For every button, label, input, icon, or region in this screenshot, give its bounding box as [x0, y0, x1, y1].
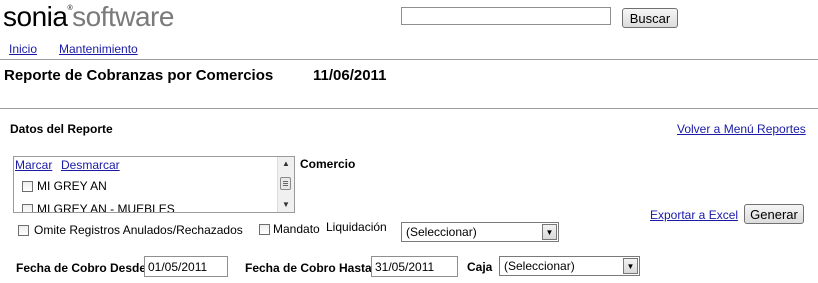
export-excel-link[interactable]: Exportar a Excel — [650, 208, 738, 222]
nav-link-mantenimiento[interactable]: Mantenimiento — [59, 42, 138, 56]
fecha-desde-input[interactable]: 01/05/2011 — [144, 256, 228, 277]
caja-selected: (Seleccionar) — [504, 259, 575, 273]
nav-link-inicio[interactable]: Inicio — [9, 42, 37, 56]
comercio-item-label: MI GREY AN — [37, 179, 107, 193]
mandato-label: Mandato — [273, 222, 320, 236]
caja-label: Caja — [467, 260, 493, 274]
fecha-desde-label: Fecha de Cobro Desde — [16, 261, 147, 275]
scroll-up-icon[interactable]: ▲ — [278, 157, 294, 171]
comercio-checkbox[interactable] — [22, 203, 33, 212]
fecha-hasta-label: Fecha de Cobro Hasta — [245, 261, 372, 275]
brand-name-dark: sonia — [3, 1, 68, 32]
report-section-label: Datos del Reporte — [10, 122, 113, 136]
brand-logo: sonia®software — [3, 1, 174, 33]
scroll-thumb[interactable] — [280, 177, 291, 190]
listbox-scrollbar[interactable]: ▲ ▼ — [277, 157, 294, 212]
unmark-all-link[interactable]: Desmarcar — [61, 158, 120, 172]
list-item[interactable]: MI GREY AN - MUEBLES — [22, 202, 175, 213]
header-divider — [0, 59, 818, 60]
liquidacion-label: Liquidación — [326, 220, 387, 234]
search-button[interactable]: Buscar — [622, 8, 678, 28]
chevron-down-icon[interactable]: ▼ — [623, 258, 638, 274]
comercio-item-label: MI GREY AN - MUEBLES — [37, 202, 175, 213]
omit-option[interactable]: Omite Registros Anulados/Rechazados — [18, 223, 243, 237]
list-item[interactable]: MI GREY AN — [22, 179, 107, 193]
brand-reg-mark: ® — [67, 5, 73, 12]
caja-select[interactable]: (Seleccionar) ▼ — [499, 256, 640, 276]
mark-all-link[interactable]: Marcar — [15, 158, 52, 172]
section-divider — [0, 108, 818, 109]
page-title: Reporte de Cobranzas por Comercios — [4, 67, 274, 84]
comercio-checkbox[interactable] — [22, 180, 33, 192]
comercio-listbox[interactable]: Marcar Desmarcar MI GREY AN MI GREY AN -… — [13, 156, 295, 213]
fecha-hasta-input[interactable]: 31/05/2011 — [371, 256, 458, 277]
chevron-down-icon[interactable]: ▼ — [542, 224, 557, 240]
page-date: 11/06/2011 — [313, 67, 387, 84]
scroll-down-icon[interactable]: ▼ — [278, 198, 294, 212]
comercio-label: Comercio — [300, 157, 356, 171]
brand-name-light: software — [72, 1, 174, 32]
mandato-option[interactable]: Mandato — [259, 222, 320, 236]
liquidacion-selected: (Seleccionar) — [406, 225, 477, 239]
search-input[interactable] — [401, 7, 611, 25]
back-to-reports-link[interactable]: Volver a Menú Reportes — [677, 122, 806, 136]
mandato-checkbox[interactable] — [259, 223, 270, 235]
generate-button[interactable]: Generar — [744, 204, 804, 224]
liquidacion-select[interactable]: (Seleccionar) ▼ — [401, 222, 559, 242]
omit-checkbox[interactable] — [18, 224, 29, 236]
omit-label: Omite Registros Anulados/Rechazados — [34, 223, 243, 237]
